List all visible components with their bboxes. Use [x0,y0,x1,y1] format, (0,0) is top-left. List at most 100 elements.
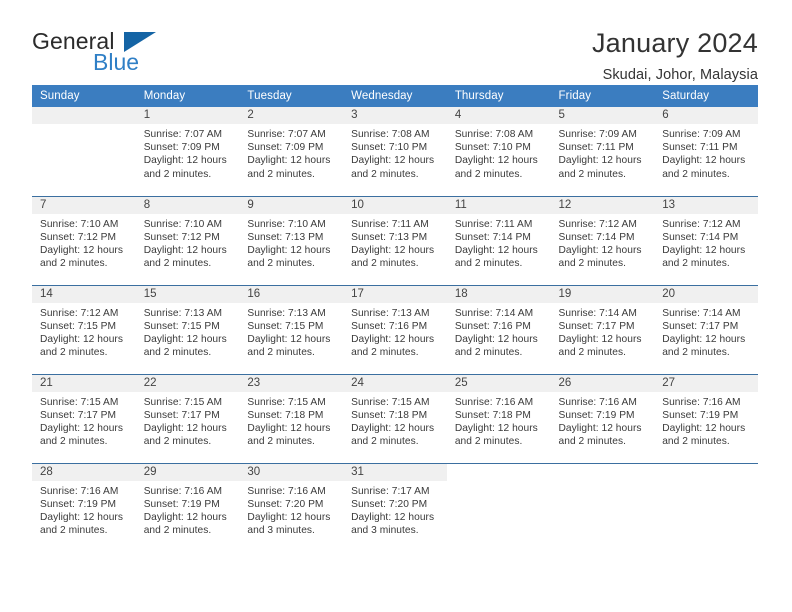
day-number: 19 [550,285,655,303]
day-number: 18 [446,285,551,303]
calendar-day-cell[interactable]: 27 Sunrise: 7:16 AM Sunset: 7:19 PM Dayligh… [654,373,758,463]
day-number [551,464,655,481]
sunrise-time: Sunrise: 7:13 AM [351,307,430,319]
calendar-day-cell[interactable]: 18 Sunrise: 7:14 AM Sunset: 7:16 PM Dayligh… [446,284,551,374]
daylight-duration-line1: Daylight: 12 hours [351,155,435,167]
calendar-day-cell[interactable]: 12 Sunrise: 7:12 AM Sunset: 7:14 PM Dayligh… [550,195,655,285]
calendar-day-cell[interactable]: 2 Sunrise: 7:07 AM Sunset: 7:09 PM Daylight… [239,107,344,196]
sunrise-time: Sunrise: 7:09 AM [662,129,741,140]
calendar-day-cell[interactable]: 26 Sunrise: 7:16 AM Sunset: 7:19 PM Dayligh… [550,373,655,463]
sunrise-time: Sunrise: 7:16 AM [40,485,119,497]
daylight-duration-line2: and 3 minutes. [247,525,315,537]
daylight-duration-line1: Daylight: 12 hours [143,422,227,434]
calendar-day-cell[interactable]: 22 Sunrise: 7:15 AM Sunset: 7:17 PM Dayligh… [135,373,240,463]
calendar-day-cell[interactable]: 14 Sunrise: 7:12 AM Sunset: 7:15 PM Dayligh… [32,284,136,374]
calendar-day-cell[interactable]: 19 Sunrise: 7:14 AM Sunset: 7:17 PM Dayligh… [550,284,655,374]
calendar-day-cell[interactable]: 24 Sunrise: 7:15 AM Sunset: 7:18 PM Dayligh… [343,373,447,463]
sunrise-time: Sunrise: 7:16 AM [454,396,534,408]
calendar-day-cell[interactable]: 21 Sunrise: 7:15 AM Sunset: 7:17 PM Dayligh… [32,373,136,463]
day-number: 16 [239,285,344,303]
day-sun-info: Sunrise: 7:07 AM Sunset: 7:09 PM Daylight:… [136,124,240,181]
daylight-duration-line1: Daylight: 12 hours [40,511,124,523]
calendar-day-cell[interactable]: 29 Sunrise: 7:16 AM Sunset: 7:19 PM Dayligh… [135,462,240,552]
sunset-time: Sunset: 7:16 PM [351,320,428,332]
daylight-duration-line1: Daylight: 12 hours [454,155,538,167]
calendar-day-cell[interactable]: 13 Sunrise: 7:12 AM Sunset: 7:14 PM Dayligh… [654,195,758,285]
daylight-duration-line2: and 2 minutes. [662,258,730,270]
sunrise-time: Sunrise: 7:12 AM [662,218,741,230]
day-sun-info: Sunrise: 7:08 AM Sunset: 7:10 PM Daylight:… [447,124,551,181]
calendar-day-cell[interactable]: 25 Sunrise: 7:16 AM Sunset: 7:18 PM Dayligh… [446,373,551,463]
day-sun-info: Sunrise: 7:14 AM Sunset: 7:17 PM Daylight:… [551,303,655,360]
daylight-duration-line2: and 2 minutes. [351,436,419,448]
calendar-day-cell[interactable]: 28 Sunrise: 7:16 AM Sunset: 7:19 PM Dayligh… [32,462,136,552]
calendar-day-cell[interactable]: 31 Sunrise: 7:17 AM Sunset: 7:20 PM Dayligh… [343,462,447,552]
calendar-day-cell[interactable]: 5 Sunrise: 7:09 AM Sunset: 7:11 PM Daylight… [550,107,655,196]
sunrise-time: Sunrise: 7:07 AM [247,129,326,140]
daylight-duration-line1: Daylight: 12 hours [143,244,227,256]
sunrise-time: Sunrise: 7:15 AM [143,396,223,408]
daylight-duration-line2: and 3 minutes. [351,525,419,537]
day-number: 12 [550,196,655,214]
sunset-time: Sunset: 7:14 PM [662,231,739,243]
day-number: 6 [654,107,758,124]
daylight-duration-line2: and 2 minutes. [454,258,523,270]
daylight-duration-line2: and 2 minutes. [558,258,627,270]
sunrise-time: Sunrise: 7:12 AM [40,307,119,319]
calendar-day-cell[interactable]: 10 Sunrise: 7:11 AM Sunset: 7:13 PM Dayligh… [343,195,447,285]
sunset-time: Sunset: 7:19 PM [662,409,739,421]
daylight-duration-line2: and 2 minutes. [247,168,315,180]
calendar-table: Sunday Monday Tuesday Wednesday Thursday Frid… [32,85,758,552]
sunset-time: Sunset: 7:17 PM [662,320,739,332]
calendar-day-cell[interactable]: 7 Sunrise: 7:10 AM Sunset: 7:12 PM Daylight… [32,195,136,285]
day-number: 10 [343,196,447,214]
daylight-duration-line1: Daylight: 12 hours [351,244,435,256]
day-sun-info: Sunrise: 7:12 AM Sunset: 7:14 PM Daylight:… [551,214,655,271]
calendar-day-cell[interactable]: 20 Sunrise: 7:14 AM Sunset: 7:17 PM Dayligh… [654,284,758,374]
daylight-duration-line1: Daylight: 12 hours [40,422,124,434]
calendar-day-cell[interactable]: 11 Sunrise: 7:11 AM Sunset: 7:14 PM Dayligh… [446,195,551,285]
day-sun-info: Sunrise: 7:14 AM Sunset: 7:17 PM Daylight:… [654,303,758,360]
calendar-day-cell[interactable]: 30 Sunrise: 7:16 AM Sunset: 7:20 PM Dayligh… [239,462,344,552]
day-sun-info: Sunrise: 7:11 AM Sunset: 7:14 PM Daylight:… [447,214,551,271]
day-number: 13 [654,196,758,214]
day-number [447,464,551,481]
day-sun-info: Sunrise: 7:13 AM Sunset: 7:15 PM Daylight:… [136,303,240,360]
calendar-day-cell[interactable]: 3 Sunrise: 7:08 AM Sunset: 7:10 PM Daylight… [343,107,447,196]
calendar-day-cell[interactable]: 17 Sunrise: 7:13 AM Sunset: 7:16 PM Dayligh… [343,284,447,374]
general-blue-logo[interactable]: General Blue [32,28,182,76]
sunrise-time: Sunrise: 7:11 AM [351,218,429,230]
sunset-time: Sunset: 7:09 PM [143,142,220,154]
daylight-duration-line2: and 2 minutes. [454,436,523,448]
day-number: 27 [654,374,758,392]
day-number: 31 [343,463,447,481]
daylight-duration-line2: and 2 minutes. [454,168,523,180]
sunrise-time: Sunrise: 7:14 AM [454,307,534,319]
calendar-day-cell[interactable]: 23 Sunrise: 7:15 AM Sunset: 7:18 PM Dayligh… [239,373,344,463]
day-sun-info: Sunrise: 7:16 AM Sunset: 7:19 PM Daylight:… [551,392,655,449]
sunset-time: Sunset: 7:19 PM [143,498,220,510]
sunrise-time: Sunrise: 7:08 AM [351,129,430,140]
calendar-week-row: 21 Sunrise: 7:15 AM Sunset: 7:17 PM Dayligh… [32,373,758,463]
daylight-duration-line2: and 2 minutes. [351,258,419,270]
daylight-duration-line1: Daylight: 12 hours [247,244,331,256]
calendar-day-cell[interactable]: 4 Sunrise: 7:08 AM Sunset: 7:10 PM Daylight… [446,107,551,196]
sunrise-time: Sunrise: 7:15 AM [351,396,430,408]
daylight-duration-line1: Daylight: 12 hours [351,422,435,434]
calendar-day-cell[interactable]: 6 Sunrise: 7:09 AM Sunset: 7:11 PM Daylight… [654,107,758,196]
daylight-duration-line1: Daylight: 12 hours [662,244,746,256]
calendar-day-cell[interactable]: 1 Sunrise: 7:07 AM Sunset: 7:09 PM Daylight… [135,107,240,196]
calendar-day-cell[interactable]: 8 Sunrise: 7:10 AM Sunset: 7:12 PM Daylight… [135,195,240,285]
day-number: 21 [32,374,136,392]
sunset-time: Sunset: 7:13 PM [351,231,428,243]
calendar-day-cell[interactable]: 15 Sunrise: 7:13 AM Sunset: 7:15 PM Dayligh… [135,284,240,374]
day-number: 4 [446,107,551,124]
daylight-duration-line2: and 2 minutes. [558,347,627,359]
calendar-week-row: 1 Sunrise: 7:07 AM Sunset: 7:09 PM Daylight… [32,107,758,196]
calendar-day-cell[interactable]: 9 Sunrise: 7:10 AM Sunset: 7:13 PM Daylight… [239,195,344,285]
day-sun-info: Sunrise: 7:16 AM Sunset: 7:18 PM Daylight:… [447,392,551,449]
sunrise-time: Sunrise: 7:10 AM [143,218,223,230]
sunset-time: Sunset: 7:12 PM [143,231,220,243]
day-number: 28 [32,463,136,481]
calendar-day-cell[interactable]: 16 Sunrise: 7:13 AM Sunset: 7:15 PM Dayligh… [239,284,344,374]
